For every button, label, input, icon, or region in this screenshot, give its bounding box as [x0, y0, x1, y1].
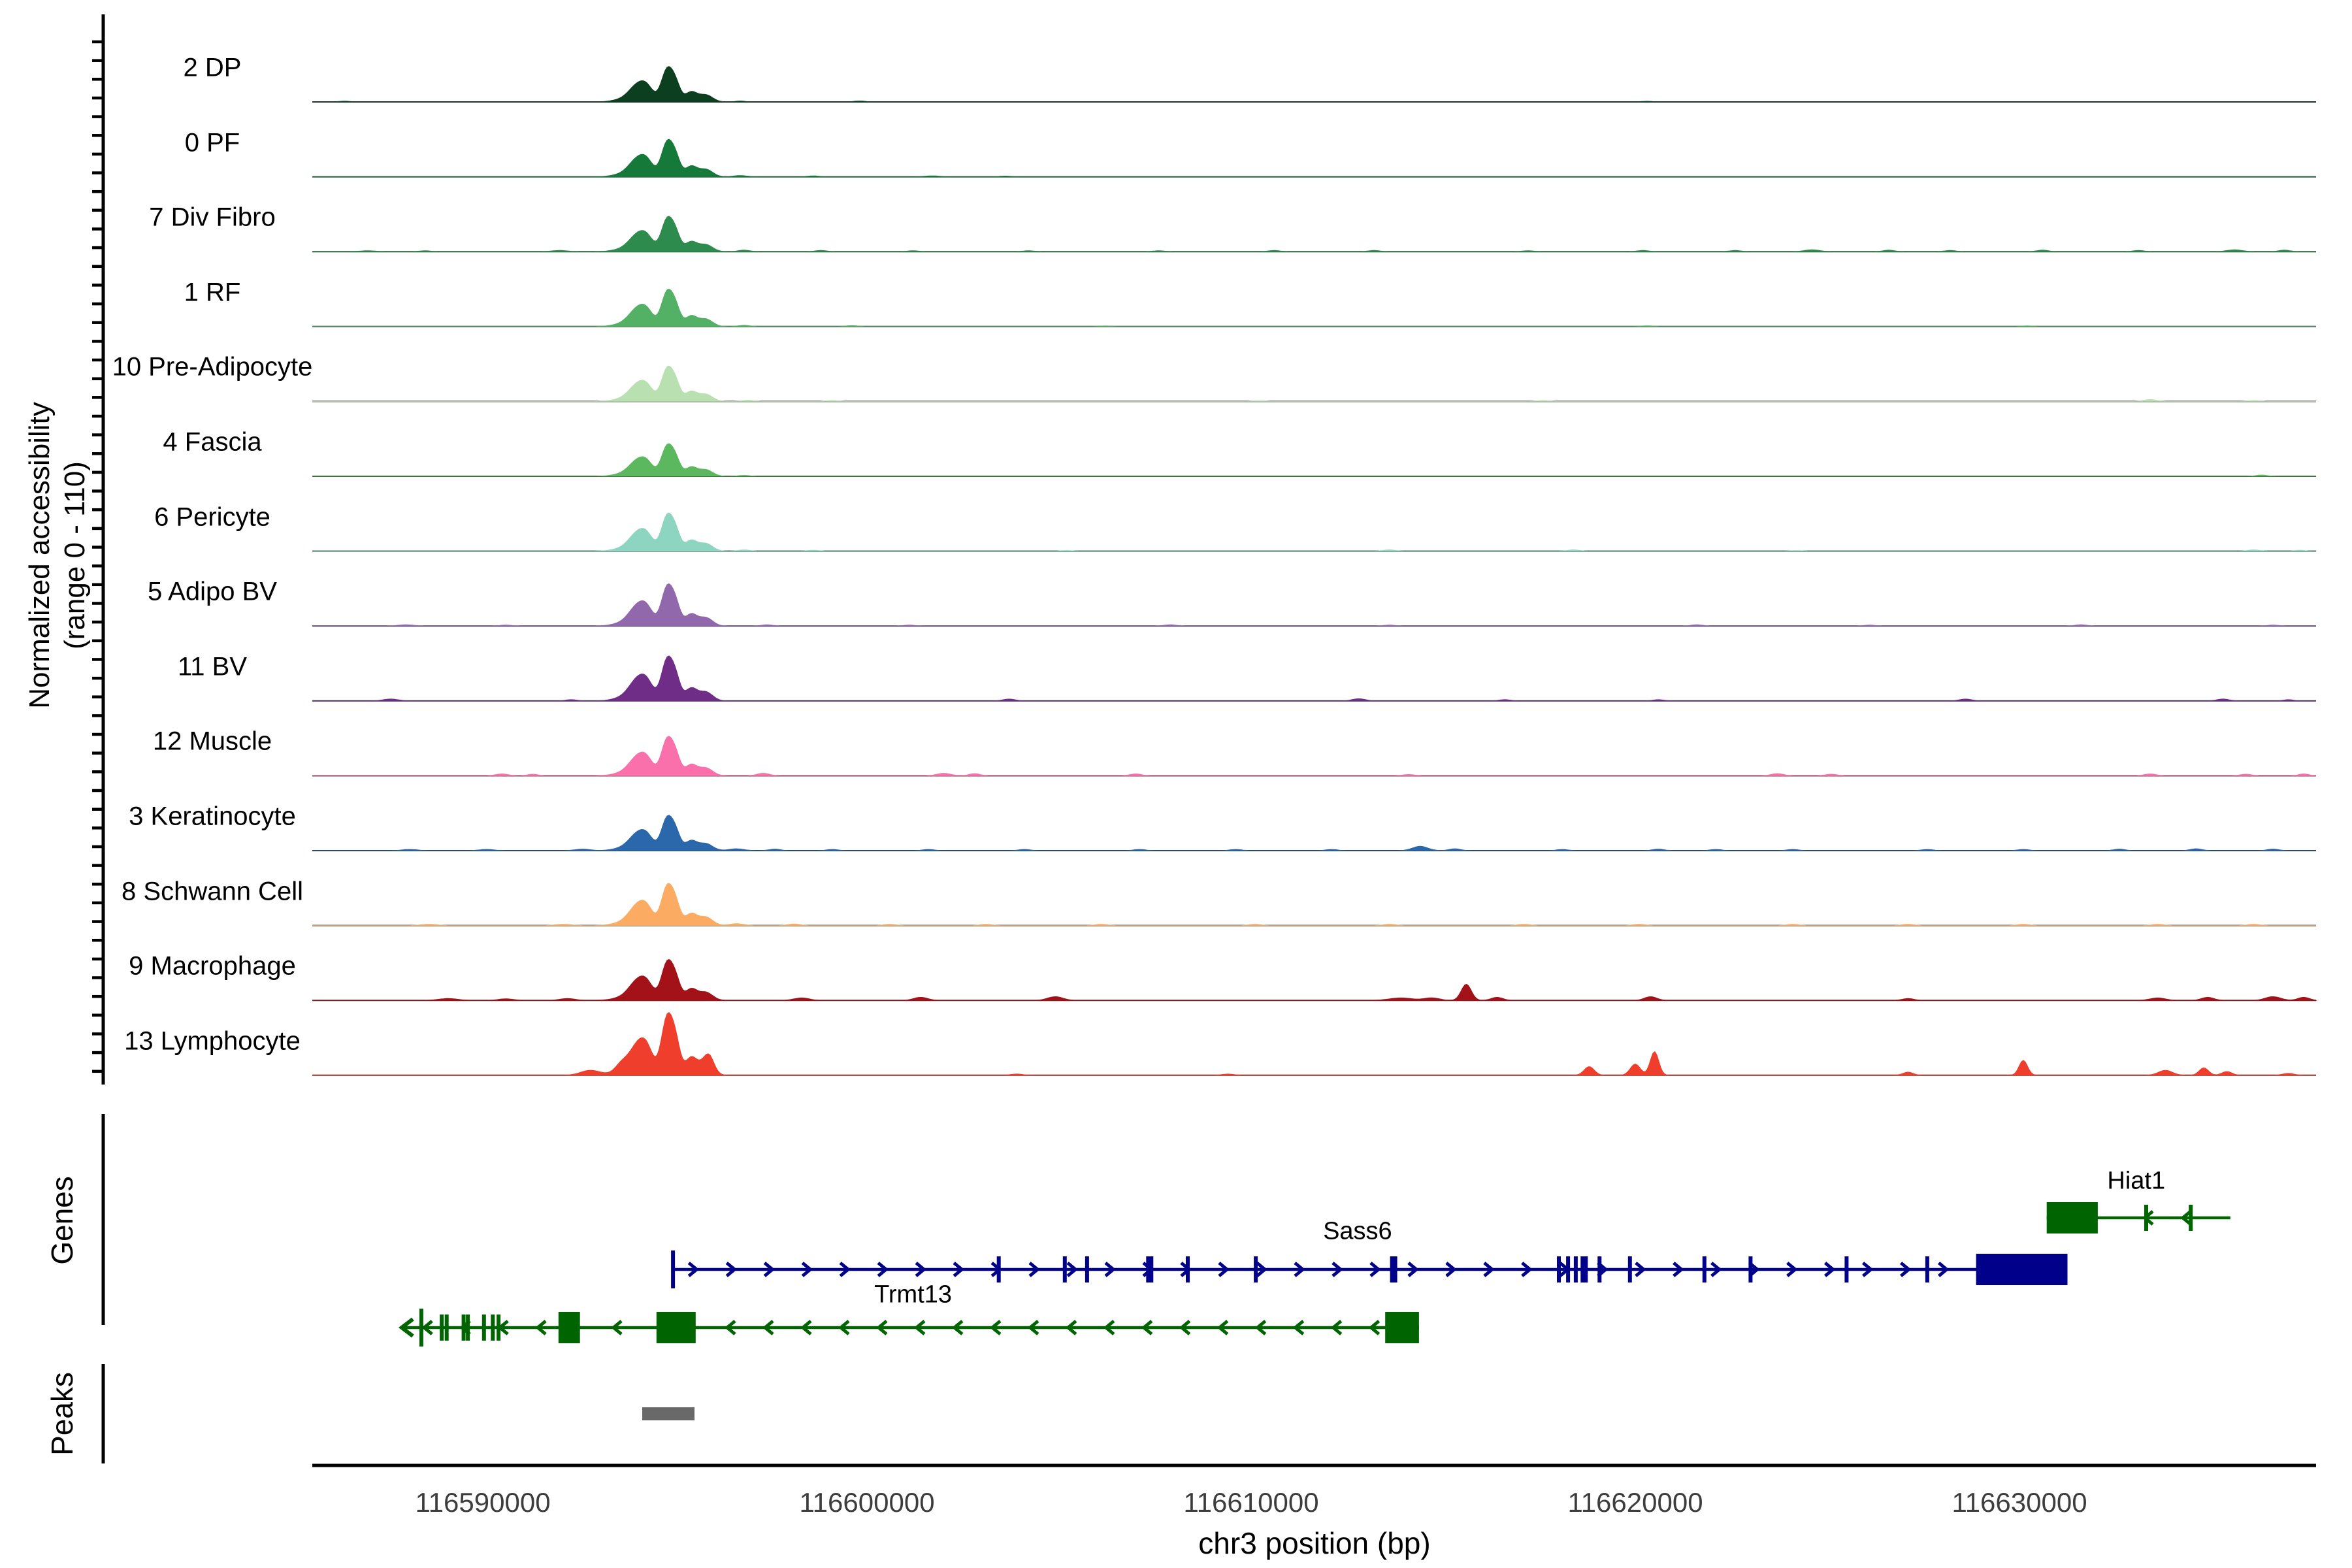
track-label-10-pre-adipocyte: 10 Pre-Adipocyte	[112, 353, 313, 382]
track-area-9-macrophage	[312, 960, 2316, 1001]
peaks-section-label: Peaks	[44, 1372, 80, 1456]
track-label-0-pf: 0 PF	[185, 128, 240, 157]
track-label-8-schwann-cell: 8 Schwann Cell	[122, 877, 303, 906]
gene-label-hiat1: Hiat1	[2107, 1168, 2165, 1196]
gene-model-trmt13	[402, 1309, 1419, 1347]
track-area-1-rf	[312, 289, 2316, 326]
x-axis-title: chr3 position (bp)	[1198, 1526, 1430, 1561]
track-area-5-adipo-bv	[312, 584, 2316, 627]
track-label-11-bv: 11 BV	[178, 652, 247, 681]
track-label-3-keratinocyte: 3 Keratinocyte	[129, 802, 296, 832]
y-axis-label: Normalized accessibility (range 0 - 110)	[22, 402, 93, 708]
y-axis-label-line2: (range 0 - 110)	[57, 402, 93, 708]
track-area-6-pericyte	[312, 513, 2316, 551]
track-area-8-schwann-cell	[312, 883, 2316, 926]
gene-label-trmt13: Trmt13	[874, 1281, 952, 1309]
track-label-5-adipo-bv: 5 Adipo BV	[148, 578, 277, 607]
gene-label-sass6: Sass6	[1323, 1218, 1392, 1246]
track-label-1-rf: 1 RF	[184, 278, 241, 307]
track-area-3-keratinocyte	[312, 815, 2316, 851]
track-label-9-macrophage: 9 Macrophage	[129, 952, 296, 981]
track-label-6-pericyte: 6 Pericyte	[154, 502, 270, 532]
gene-model-hiat1	[2047, 1202, 2230, 1233]
genome-browser-figure: Normalized accessibility (range 0 - 110)…	[0, 0, 2352, 1568]
track-area-11-bv	[312, 656, 2316, 701]
y-axis-label-line1: Normalized accessibility	[22, 402, 57, 708]
x-tick-label-116630000: 116630000	[1952, 1487, 2087, 1518]
track-area-4-fascia	[312, 444, 2316, 476]
track-label-7-div-fibro: 7 Div Fibro	[149, 203, 275, 233]
track-label-13-lymphocyte: 13 Lymphocyte	[124, 1026, 301, 1056]
x-tick-label-116600000: 116600000	[799, 1487, 934, 1518]
x-tick-label-116590000: 116590000	[415, 1487, 550, 1518]
genes-section-label: Genes	[44, 1176, 80, 1265]
peak-region-box	[642, 1407, 694, 1420]
x-tick-label-116620000: 116620000	[1567, 1487, 1703, 1518]
track-area-7-div-fibro	[312, 216, 2316, 252]
track-label-2-dp: 2 DP	[184, 54, 242, 83]
track-area-13-lymphocyte	[312, 1013, 2316, 1075]
track-area-0-pf	[312, 139, 2316, 176]
track-area-12-muscle	[312, 736, 2316, 776]
track-label-12-muscle: 12 Muscle	[153, 727, 272, 757]
track-label-4-fascia: 4 Fascia	[163, 428, 261, 457]
track-area-10-pre-adipocyte	[312, 366, 2316, 401]
tracks-plot-svg	[0, 0, 2352, 1568]
track-area-2-dp	[312, 67, 2316, 102]
x-tick-label-116610000: 116610000	[1183, 1487, 1318, 1518]
